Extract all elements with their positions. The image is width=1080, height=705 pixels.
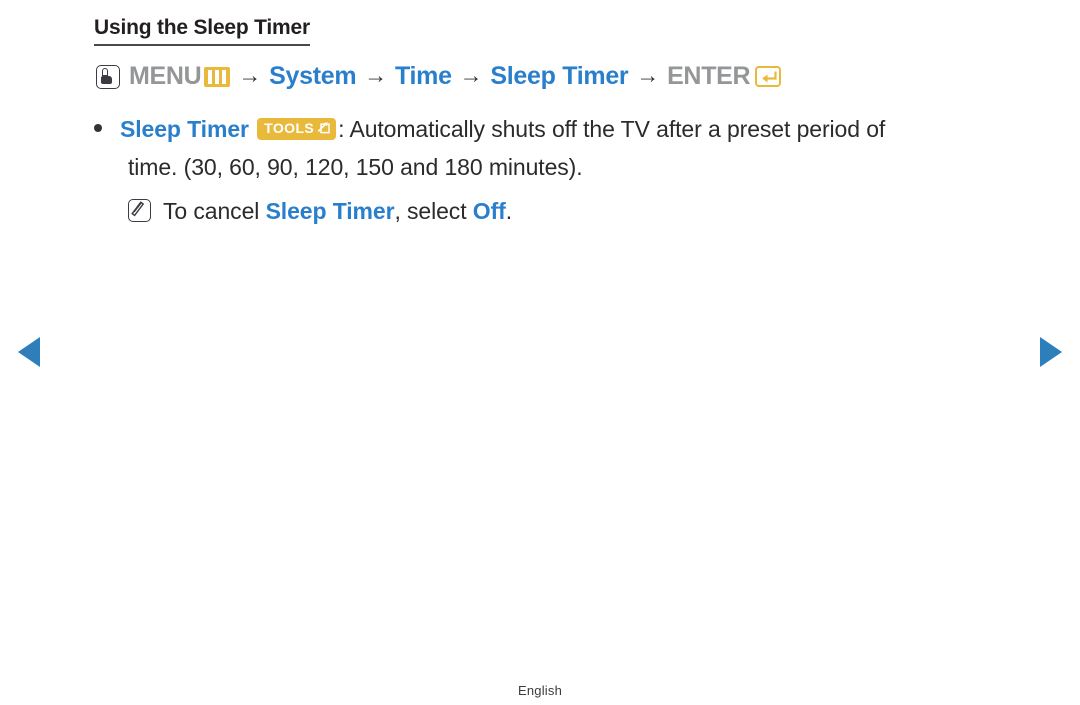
bullet-description-line-1: : Automatically shuts off the TV after a… (338, 116, 886, 142)
note-text-middle: , select (394, 198, 473, 224)
bullet-line-1: Sleep Timer TOOLS : Automatically shuts … (94, 110, 1024, 148)
page-title: Using the Sleep Timer (94, 16, 310, 46)
bullet-paragraph: Sleep Timer TOOLS : Automatically shuts … (94, 110, 1024, 186)
menu-label: MENU (129, 62, 202, 90)
path-arrow-3: → (459, 62, 483, 88)
tools-badge-label: TOOLS (264, 120, 315, 137)
enter-return-icon (755, 66, 782, 87)
menu-step-time[interactable]: Time (395, 62, 452, 91)
menu-step-sleep-timer[interactable]: Sleep Timer (490, 62, 628, 91)
feature-name: Sleep Timer (120, 116, 249, 142)
manual-page: Using the Sleep Timer MENU → System → Ti… (0, 0, 1080, 705)
note-text-before: To cancel (163, 198, 266, 224)
path-arrow-2: → (364, 62, 387, 88)
path-arrow-4: → (636, 62, 660, 88)
path-arrow-1: → (238, 62, 262, 88)
menu-step-system[interactable]: System (269, 62, 356, 91)
bullet-description-line-2: time. (30, 60, 90, 120, 150 and 180 minu… (128, 154, 583, 180)
enter-label: ENTER (667, 62, 751, 90)
note-text: To cancel Sleep Timer, select Off. (163, 194, 512, 228)
page-title-container: Using the Sleep Timer (94, 16, 310, 46)
note-text-after: . (505, 198, 513, 224)
footer-language: English (517, 683, 563, 698)
tools-arrow-icon (317, 121, 330, 137)
menu-path: MENU → System → Time → Sleep Timer → ENT… (96, 62, 782, 91)
tools-badge[interactable]: TOOLS (257, 118, 337, 140)
previous-page-arrow[interactable] (18, 337, 40, 367)
note-highlight-off: Off (472, 198, 506, 224)
menu-bars-icon (204, 66, 231, 87)
next-page-arrow[interactable] (1040, 337, 1062, 367)
note-line: To cancel Sleep Timer, select Off. (128, 194, 512, 228)
menu-press-icon (96, 64, 120, 89)
note-highlight-sleep-timer: Sleep Timer (265, 198, 395, 224)
bullet-dot-icon (94, 123, 102, 132)
note-icon (128, 199, 151, 222)
